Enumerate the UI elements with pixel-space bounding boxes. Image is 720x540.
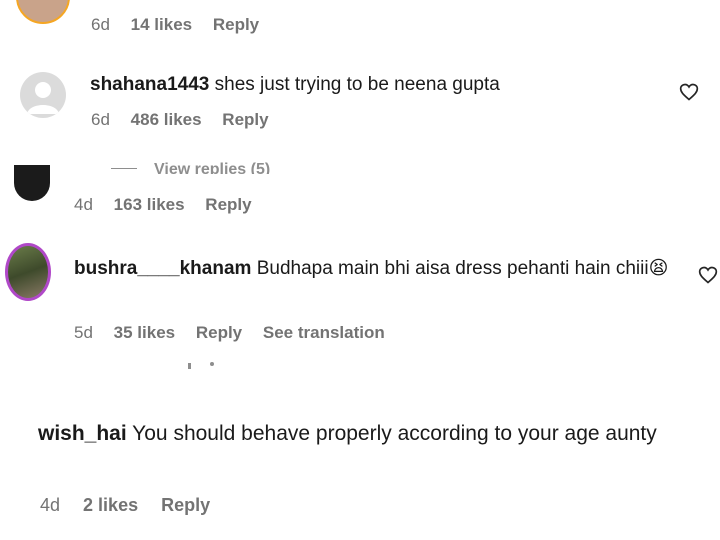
likes-count[interactable]: 35 likes	[114, 323, 175, 343]
comment-body: shahana1443 shes just trying to be neena…	[90, 70, 670, 99]
likes-count[interactable]: 2 likes	[83, 495, 138, 516]
comment-meta: 4d 163 likes Reply	[74, 195, 252, 215]
comment-meta: 4d 2 likes Reply	[40, 495, 210, 516]
view-replies-line	[111, 168, 137, 169]
reply-button[interactable]: Reply	[222, 110, 268, 130]
view-replies-button[interactable]: View replies (5)	[154, 161, 270, 174]
comment-meta: 6d 14 likes Reply	[91, 15, 259, 35]
comment-body: wish_hai You should behave properly acco…	[38, 418, 708, 449]
view-replies-clip: View replies (5)	[0, 150, 720, 174]
reply-button[interactable]: Reply	[196, 323, 242, 343]
comment-time: 6d	[91, 15, 110, 34]
comment-time: 4d	[40, 495, 61, 515]
avatar[interactable]	[20, 72, 66, 118]
avatar[interactable]	[14, 165, 50, 201]
avatar-default-icon	[27, 82, 59, 114]
comment-username[interactable]: wish_hai	[38, 422, 127, 445]
comment-username[interactable]: shahana1443	[90, 74, 209, 95]
likes-count[interactable]: 14 likes	[131, 15, 192, 35]
comment-meta: 6d 486 likes Reply	[91, 110, 269, 130]
see-translation-button[interactable]: See translation	[263, 323, 385, 343]
heart-icon[interactable]	[698, 265, 718, 285]
reply-button[interactable]: Reply	[161, 495, 210, 516]
likes-count[interactable]: 486 likes	[131, 110, 202, 130]
comment-text: shes just trying to be neena gupta	[214, 74, 500, 95]
comment-text: Budhapa main bhi aisa dress pehanti hain…	[256, 258, 669, 279]
comment-time: 6d	[91, 110, 110, 129]
comment-body: bushra____khanam Budhapa main bhi aisa d…	[74, 254, 674, 283]
comment-time: 5d	[74, 323, 93, 342]
separator-mark	[188, 363, 191, 369]
reply-button[interactable]: Reply	[213, 15, 259, 35]
separator-mark	[210, 362, 214, 366]
heart-icon[interactable]	[679, 82, 699, 102]
avatar[interactable]	[16, 0, 70, 24]
avatar[interactable]	[5, 243, 51, 301]
comment-text: You should behave properly according to …	[132, 422, 657, 445]
reply-button[interactable]: Reply	[205, 195, 251, 215]
comment-username[interactable]: bushra____khanam	[74, 258, 251, 279]
likes-count[interactable]: 163 likes	[114, 195, 185, 215]
comment-meta: 5d 35 likes Reply See translation	[74, 323, 385, 343]
comment-time: 4d	[74, 195, 93, 214]
